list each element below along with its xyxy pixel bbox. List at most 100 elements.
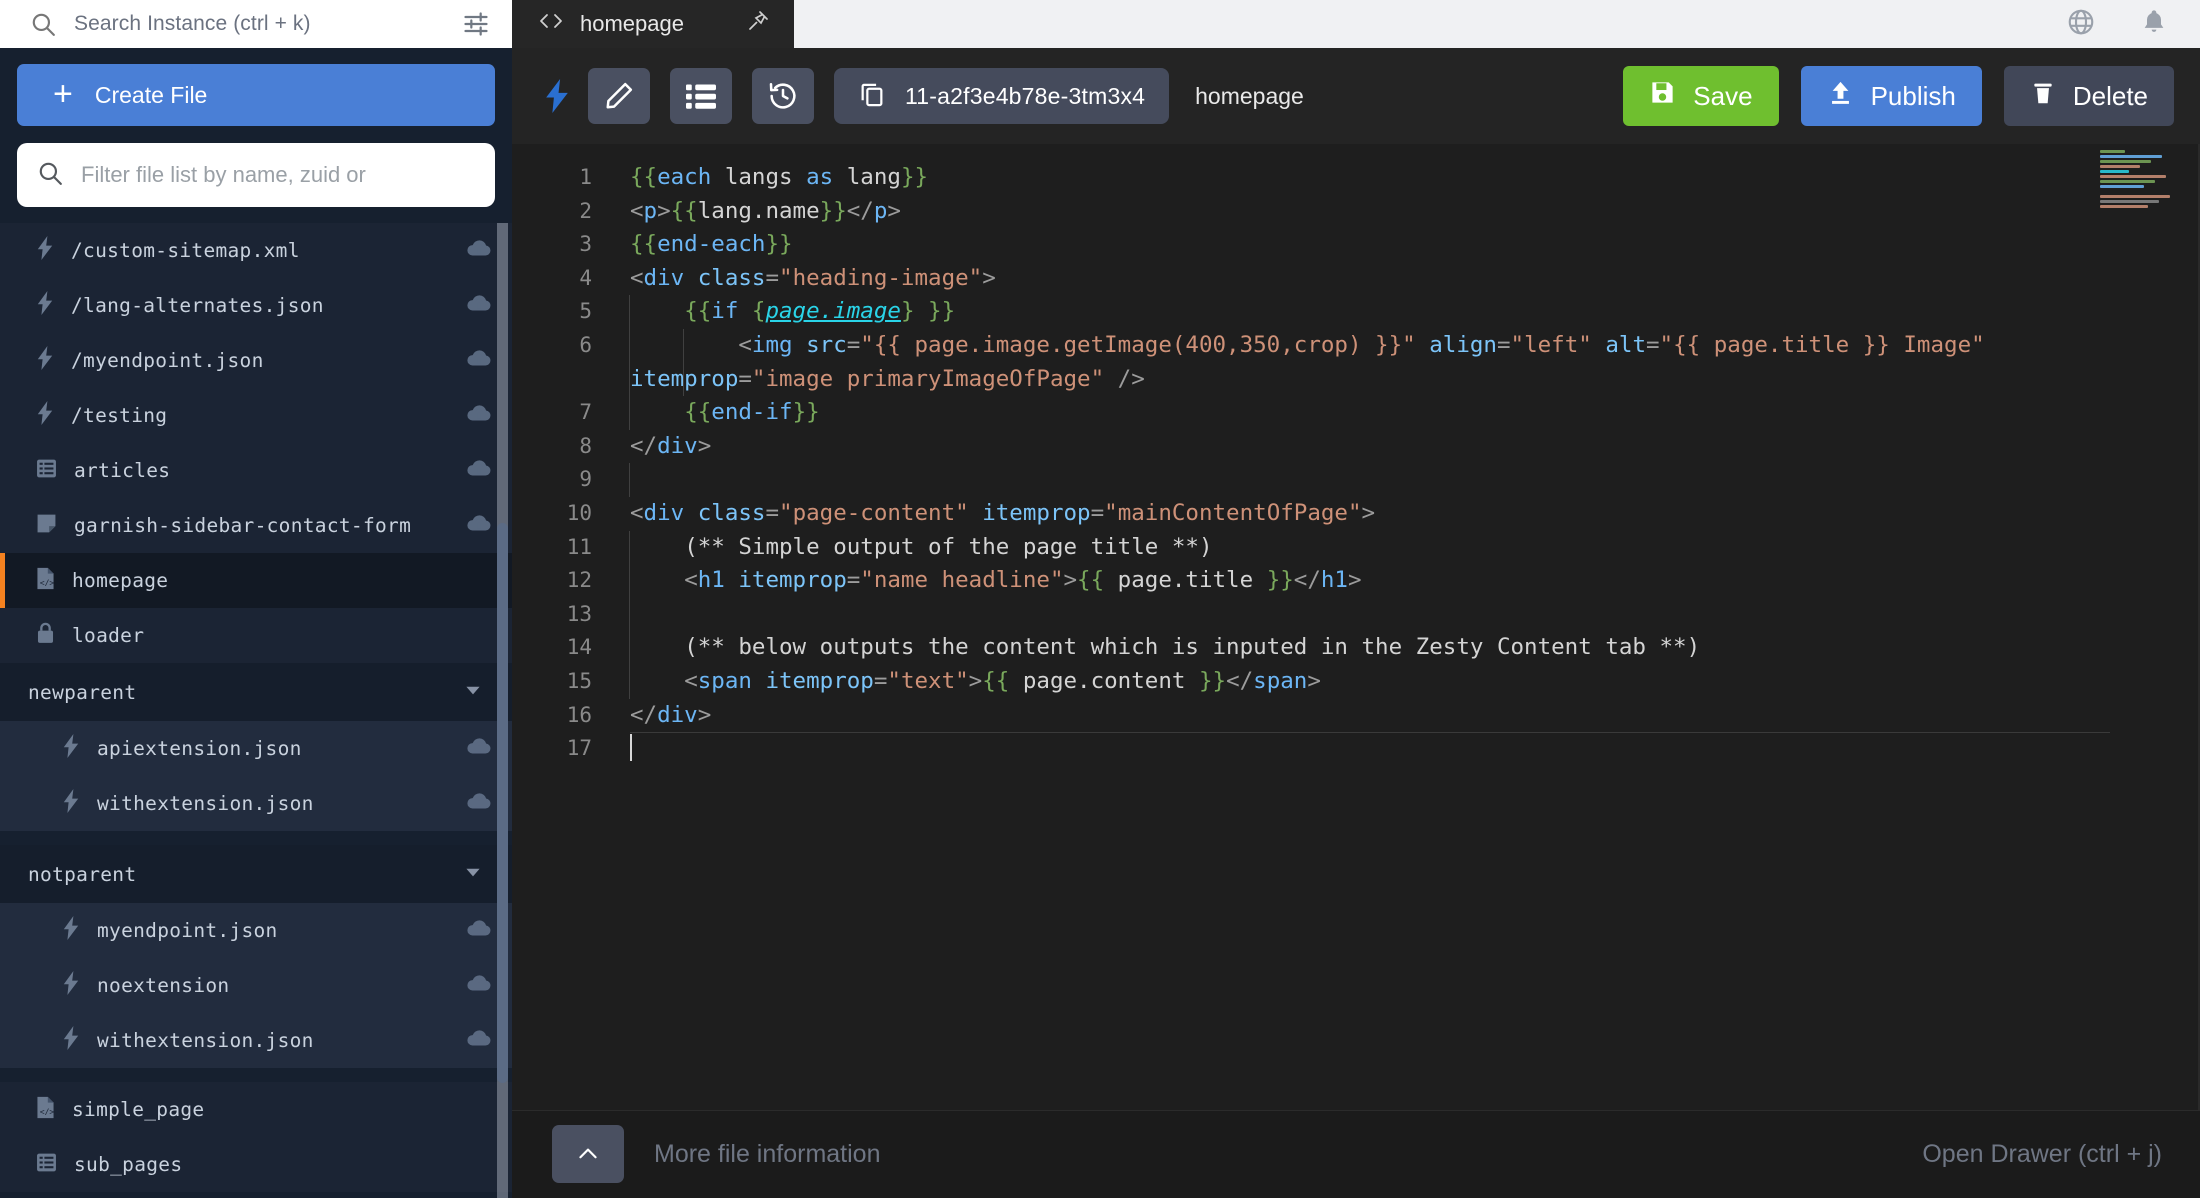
cloud-upload-icon[interactable] [466, 237, 492, 264]
file-row-apiextension.json[interactable]: apiextension.json [0, 721, 512, 776]
code-line[interactable]: 16</div> [512, 699, 2200, 733]
sidebar-scrollbar-thumb[interactable] [497, 523, 508, 1083]
file-row-noextension[interactable]: noextension [0, 958, 512, 1013]
cloud-upload-icon[interactable] [466, 512, 492, 539]
code-editor[interactable]: 1{{each langs as lang}}2<p>{{lang.name}}… [512, 144, 2200, 1110]
file-row-sub_pages[interactable]: sub_pages [0, 1137, 512, 1192]
line-number: 5 [512, 295, 592, 329]
toggle-drawer-button[interactable] [552, 1125, 624, 1183]
history-button[interactable] [752, 68, 814, 124]
floppy-icon [1649, 79, 1676, 113]
cloud-upload-icon[interactable] [466, 972, 492, 999]
file-row-/myendpoint.json[interactable]: /myendpoint.json [0, 333, 512, 388]
top-right-icons [2066, 0, 2200, 48]
cloud-upload-icon[interactable] [466, 292, 492, 319]
cloud-upload-icon[interactable] [466, 457, 492, 484]
code-line[interactable]: 17 [512, 732, 2200, 766]
folder-row-notparent[interactable]: notparent [0, 845, 512, 903]
code-line[interactable]: 13 [512, 598, 2200, 632]
cloud-upload-icon[interactable] [466, 402, 492, 429]
bell-icon[interactable] [2140, 8, 2168, 41]
file-name-label: garnish-sidebar-contact-form [74, 514, 449, 537]
file-row-withextension.json[interactable]: withextension.json [0, 776, 512, 831]
pin-icon[interactable] [746, 9, 770, 39]
line-number: 2 [512, 195, 592, 229]
code-line[interactable]: 8</div> [512, 430, 2200, 464]
folder-row-newparent[interactable]: newparent [0, 663, 512, 721]
edit-button[interactable] [588, 68, 650, 124]
code-line[interactable]: 10<div class="page-content" itemprop="ma… [512, 497, 2200, 531]
file-row-articles[interactable]: articles [0, 443, 512, 498]
file-row-homepage[interactable]: </>homepage [0, 553, 512, 608]
text-cursor [630, 734, 632, 761]
file-name-label: sub_pages [74, 1153, 492, 1176]
cloud-upload-icon[interactable] [466, 347, 492, 374]
more-file-information-label[interactable]: More file information [654, 1140, 880, 1169]
svg-text:</>: </> [40, 1107, 55, 1116]
bolt-icon [36, 236, 54, 265]
globe-icon[interactable] [2066, 7, 2096, 42]
file-name-label: simple_page [72, 1098, 492, 1121]
file-row-garnish-sidebar-contact-form[interactable]: garnish-sidebar-contact-form [0, 498, 512, 553]
chevron-down-icon[interactable] [462, 679, 484, 706]
file-name-label: /custom-sitemap.xml [71, 239, 449, 262]
bolt-icon [62, 971, 80, 1000]
file-row-loader[interactable]: loader [0, 608, 512, 663]
code-file-icon: </> [36, 567, 55, 595]
cloud-upload-icon[interactable] [466, 735, 492, 762]
search-icon [37, 160, 63, 191]
code-line[interactable]: 2<p>{{lang.name}}</p> [512, 195, 2200, 229]
list-separator [0, 831, 512, 845]
trash-icon [2030, 80, 2056, 113]
cloud-upload-icon[interactable] [466, 1027, 492, 1054]
code-line[interactable]: 3{{end-each}} [512, 228, 2200, 262]
active-line-underline [630, 732, 2110, 733]
publish-button[interactable]: Publish [1801, 66, 1982, 126]
sliders-icon[interactable] [462, 10, 490, 38]
zuid-copy-chip[interactable]: 11-a2f3e4b78e-3tm3x4 [834, 68, 1169, 124]
code-line[interactable]: 5 {{if {page.image} }} [512, 295, 2200, 329]
file-row-myendpoint.json[interactable]: myendpoint.json [0, 903, 512, 958]
file-row-withextension.json[interactable]: withextension.json [0, 1013, 512, 1068]
code-line[interactable]: 15 <span itemprop="text">{{ page.content… [512, 665, 2200, 699]
line-number: 13 [512, 598, 592, 632]
file-filter-input[interactable]: Filter file list by name, zuid or [17, 143, 495, 207]
chevron-down-icon[interactable] [462, 861, 484, 888]
code-line[interactable]: 7 {{end-if}} [512, 396, 2200, 430]
code-line[interactable]: 14 (** below outputs the content which i… [512, 631, 2200, 665]
cloud-upload-icon[interactable] [466, 790, 492, 817]
open-drawer-label[interactable]: Open Drawer (ctrl + j) [1922, 1140, 2162, 1169]
file-row-/lang-alternates.json[interactable]: /lang-alternates.json [0, 278, 512, 333]
code-line[interactable]: 1{{each langs as lang}} [512, 161, 2200, 195]
code-line[interactable]: 4<div class="heading-image"> [512, 262, 2200, 296]
search-input-placeholder[interactable]: Search Instance (ctrl + k) [74, 12, 444, 36]
zuid-value: 11-a2f3e4b78e-3tm3x4 [905, 83, 1145, 110]
lock-icon [36, 622, 55, 649]
code-line[interactable]: 12 <h1 itemprop="name headline">{{ page.… [512, 564, 2200, 598]
list-button[interactable] [670, 68, 732, 124]
delete-button[interactable]: Delete [2004, 66, 2174, 126]
save-button[interactable]: Save [1623, 66, 1778, 126]
file-name-label: /lang-alternates.json [71, 294, 449, 317]
file-name-label: loader [72, 624, 492, 647]
file-row-simple_page[interactable]: </> simple_page [0, 1082, 512, 1137]
editor-toolbar: 11-a2f3e4b78e-3tm3x4 homepage Save [512, 48, 2200, 144]
bolt-icon [62, 916, 80, 945]
file-filter-placeholder[interactable]: Filter file list by name, zuid or [81, 162, 366, 188]
file-list[interactable]: /custom-sitemap.xml/lang-alternates.json… [0, 223, 512, 1198]
line-number: 6 [512, 329, 592, 363]
instance-search-bar[interactable]: Search Instance (ctrl + k) [0, 0, 512, 48]
create-file-button[interactable]: + Create File [17, 64, 495, 126]
file-row-/testing[interactable]: /testing [0, 388, 512, 443]
code-line[interactable]: 6 <img src="{{ page.image.getImage(400,3… [512, 329, 2200, 396]
cloud-upload-icon[interactable] [466, 917, 492, 944]
bolt-icon [36, 346, 54, 375]
code-line[interactable]: 9 [512, 463, 2200, 497]
code-lines[interactable]: 1{{each langs as lang}}2<p>{{lang.name}}… [512, 144, 2200, 766]
file-row-/custom-sitemap.xml[interactable]: /custom-sitemap.xml [0, 223, 512, 278]
code-line[interactable]: 11 (** Simple output of the page title *… [512, 531, 2200, 565]
line-number: 10 [512, 497, 592, 531]
tab-homepage[interactable]: homepage [512, 0, 794, 48]
svg-text:</>: </> [40, 578, 55, 587]
copy-icon [858, 80, 886, 113]
